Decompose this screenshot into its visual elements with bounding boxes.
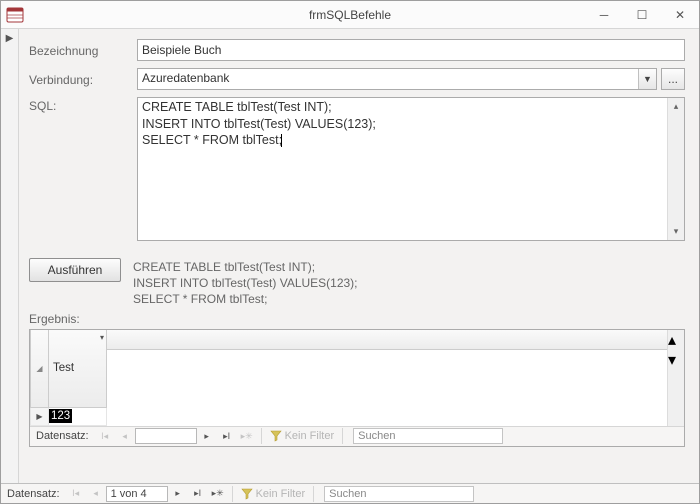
sql-echo-text: CREATE TABLE tblTest(Test INT); INSERT I… xyxy=(133,259,358,308)
nav-new-button[interactable]: ▸✳ xyxy=(208,485,228,503)
titlebar: frmSQLBefehle ─ ☐ ✕ xyxy=(1,1,699,29)
bezeichnung-input[interactable] xyxy=(137,39,685,61)
filter-icon xyxy=(270,430,282,442)
nav-no-filter[interactable]: Kein Filter xyxy=(237,488,310,500)
nav-new-button[interactable]: ▸✳ xyxy=(237,427,257,445)
nav-search-input[interactable]: Suchen xyxy=(324,486,474,502)
verbindung-combo[interactable]: Azuredatenbank ▼ xyxy=(137,68,657,90)
scroll-down-icon[interactable]: ▾ xyxy=(668,223,684,240)
maximize-button[interactable]: ☐ xyxy=(623,5,661,25)
verbindung-browse-button[interactable]: ... xyxy=(661,68,685,90)
nav-search-input[interactable]: Suchen xyxy=(353,428,503,444)
nav-first-button[interactable]: I◂ xyxy=(95,427,115,445)
nav-label: Datensatz: xyxy=(5,488,66,500)
label-bezeichnung: Bezeichnung xyxy=(29,42,137,58)
table-row[interactable]: ▶ 123 xyxy=(31,407,107,425)
record-selector[interactable]: ▶ xyxy=(1,29,19,483)
nav-no-filter[interactable]: Kein Filter xyxy=(266,430,339,442)
grid-cell[interactable]: 123 xyxy=(49,409,72,423)
filter-icon xyxy=(241,488,253,500)
access-app-icon xyxy=(1,1,29,29)
minimize-button[interactable]: ─ xyxy=(585,5,623,25)
verbindung-value: Azuredatenbank xyxy=(138,69,638,89)
grid-select-all[interactable]: ◢ xyxy=(31,330,49,408)
chevron-down-icon[interactable]: ▼ xyxy=(638,69,656,89)
sql-textarea[interactable]: CREATE TABLE tblTest(Test INT); INSERT I… xyxy=(137,97,685,241)
subform-record-nav: Datensatz: I◂ ◂ ▸ ▸I ▸✳ Kein Filter xyxy=(30,426,684,446)
grid-vscrollbar[interactable]: ▴ ▾ xyxy=(667,330,684,426)
current-record-icon: ▶ xyxy=(6,33,14,44)
column-dropdown-icon[interactable]: ▾ xyxy=(100,333,104,342)
row-selector[interactable]: ▶ xyxy=(31,407,49,425)
nav-first-button[interactable]: I◂ xyxy=(66,485,86,503)
app-window: frmSQLBefehle ─ ☐ ✕ ▶ Bezeichnung Verbin… xyxy=(0,0,700,504)
form-record-nav: Datensatz: I◂ ◂ 1 von 4 ▸ ▸I ▸✳ Kein Fil… xyxy=(1,483,699,503)
scroll-up-icon[interactable]: ▴ xyxy=(668,98,684,115)
label-verbindung: Verbindung: xyxy=(29,71,137,87)
close-button[interactable]: ✕ xyxy=(661,5,699,25)
nav-prev-button[interactable]: ◂ xyxy=(86,485,106,503)
scroll-down-icon[interactable]: ▾ xyxy=(668,350,684,370)
nav-position-input[interactable] xyxy=(135,428,197,444)
label-sql: SQL: xyxy=(29,97,137,113)
nav-next-button[interactable]: ▸ xyxy=(168,485,188,503)
sql-scrollbar[interactable]: ▴ ▾ xyxy=(667,98,684,240)
result-grid: ◢ Test▾ ▶ 123 ▴ ▾ xyxy=(29,329,685,447)
scroll-up-icon[interactable]: ▴ xyxy=(668,330,684,350)
execute-button[interactable]: Ausführen xyxy=(29,258,121,282)
nav-last-button[interactable]: ▸I xyxy=(217,427,237,445)
label-ergebnis: Ergebnis: xyxy=(29,312,685,326)
nav-last-button[interactable]: ▸I xyxy=(188,485,208,503)
grid-col-header[interactable]: Test▾ xyxy=(49,330,107,408)
grid-empty-header xyxy=(107,330,684,350)
nav-next-button[interactable]: ▸ xyxy=(197,427,217,445)
nav-prev-button[interactable]: ◂ xyxy=(115,427,135,445)
nav-position-input[interactable]: 1 von 4 xyxy=(106,486,168,502)
nav-label: Datensatz: xyxy=(34,430,95,442)
